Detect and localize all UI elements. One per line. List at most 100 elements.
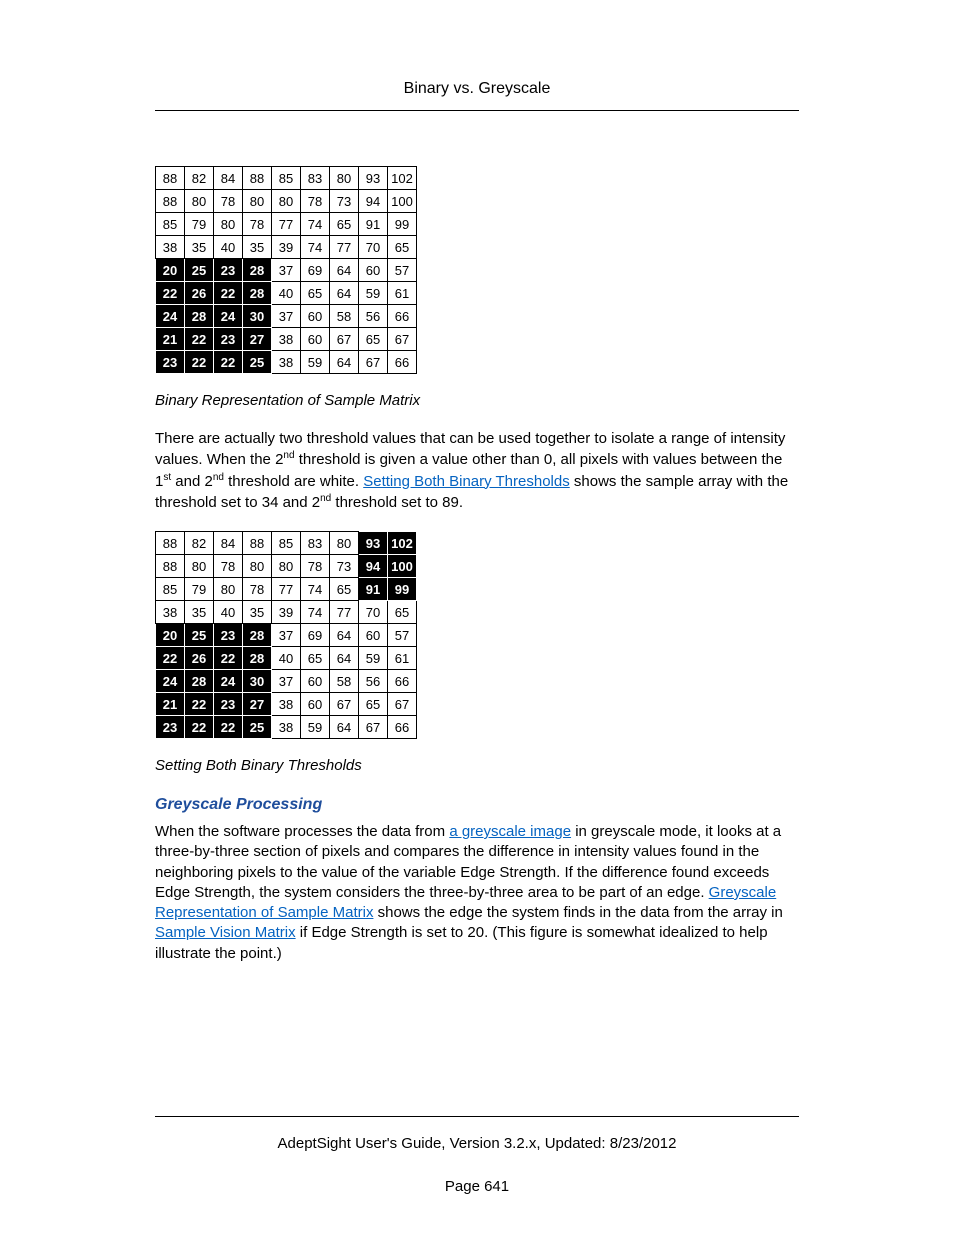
matrix-cell: 21	[156, 328, 185, 351]
matrix-cell: 88	[156, 532, 185, 555]
matrix-cell: 38	[272, 716, 301, 739]
matrix-cell: 99	[388, 213, 417, 236]
matrix-cell: 24	[214, 305, 243, 328]
matrix-cell: 79	[185, 213, 214, 236]
matrix-cell: 22	[185, 716, 214, 739]
matrix-cell: 38	[272, 693, 301, 716]
page-header-title: Binary vs. Greyscale	[155, 80, 799, 98]
matrix-cell: 100	[388, 190, 417, 213]
matrix-cell: 59	[301, 716, 330, 739]
matrix-cell: 74	[301, 213, 330, 236]
matrix-cell: 37	[272, 259, 301, 282]
matrix-cell: 20	[156, 624, 185, 647]
text: and 2	[171, 473, 213, 490]
matrix-cell: 40	[214, 601, 243, 624]
matrix-cell: 66	[388, 716, 417, 739]
link-sample-vision-matrix[interactable]: Sample Vision Matrix	[155, 924, 296, 941]
matrix-cell: 23	[214, 693, 243, 716]
matrix-cell: 58	[330, 670, 359, 693]
matrix-cell: 23	[214, 624, 243, 647]
matrix-cell: 30	[243, 670, 272, 693]
matrix-cell: 88	[156, 167, 185, 190]
matrix-cell: 26	[185, 282, 214, 305]
matrix-cell: 20	[156, 259, 185, 282]
matrix-cell: 74	[301, 601, 330, 624]
matrix-cell: 73	[330, 555, 359, 578]
link-greyscale-image[interactable]: a greyscale image	[449, 823, 571, 840]
matrix-cell: 78	[301, 190, 330, 213]
matrix-cell: 58	[330, 305, 359, 328]
matrix-cell: 69	[301, 624, 330, 647]
matrix-cell: 59	[359, 647, 388, 670]
matrix-cell: 78	[243, 213, 272, 236]
page-footer: AdeptSight User's Guide, Version 3.2.x, …	[0, 1116, 954, 1195]
matrix-cell: 27	[243, 328, 272, 351]
matrix-cell: 65	[388, 601, 417, 624]
matrix-cell: 25	[185, 624, 214, 647]
matrix-cell: 35	[243, 601, 272, 624]
matrix-cell: 77	[330, 601, 359, 624]
sup-nd: nd	[320, 493, 331, 504]
matrix-cell: 23	[156, 351, 185, 374]
matrix-cell: 64	[330, 716, 359, 739]
matrix-cell: 28	[243, 647, 272, 670]
matrix-cell: 25	[243, 351, 272, 374]
matrix-cell: 23	[156, 716, 185, 739]
matrix-cell: 22	[214, 647, 243, 670]
matrix-cell: 40	[272, 282, 301, 305]
matrix-cell: 65	[301, 647, 330, 670]
matrix-cell: 60	[301, 670, 330, 693]
matrix-cell: 22	[185, 693, 214, 716]
matrix-cell: 56	[359, 305, 388, 328]
matrix-cell: 37	[272, 670, 301, 693]
matrix-cell: 64	[330, 259, 359, 282]
matrix-cell: 84	[214, 532, 243, 555]
matrix-cell: 85	[272, 167, 301, 190]
matrix-cell: 22	[156, 282, 185, 305]
matrix-cell: 35	[185, 236, 214, 259]
sup-nd: nd	[283, 450, 294, 461]
matrix-cell: 88	[243, 167, 272, 190]
matrix-cell: 80	[330, 167, 359, 190]
matrix-cell: 28	[243, 259, 272, 282]
footer-guide-info: AdeptSight User's Guide, Version 3.2.x, …	[0, 1135, 954, 1152]
matrix-cell: 59	[359, 282, 388, 305]
matrix-cell: 80	[185, 555, 214, 578]
matrix-cell: 38	[272, 328, 301, 351]
matrix-cell: 38	[156, 236, 185, 259]
matrix-cell: 22	[214, 351, 243, 374]
matrix-cell: 91	[359, 213, 388, 236]
matrix-cell: 21	[156, 693, 185, 716]
matrix-cell: 66	[388, 351, 417, 374]
matrix-cell: 99	[388, 578, 417, 601]
matrix-binary-dual-threshold: 8882848885838093102888078808078739410085…	[155, 531, 417, 739]
matrix-cell: 35	[185, 601, 214, 624]
link-setting-both-binary-thresholds[interactable]: Setting Both Binary Thresholds	[363, 473, 570, 490]
matrix-cell: 60	[301, 693, 330, 716]
matrix-cell: 57	[388, 624, 417, 647]
matrix-cell: 61	[388, 647, 417, 670]
matrix-cell: 77	[330, 236, 359, 259]
matrix-cell: 60	[301, 328, 330, 351]
matrix-cell: 65	[359, 328, 388, 351]
matrix-cell: 74	[301, 578, 330, 601]
matrix-cell: 22	[185, 351, 214, 374]
matrix-cell: 93	[359, 532, 388, 555]
text: When the software processes the data fro…	[155, 823, 449, 840]
matrix-cell: 83	[301, 532, 330, 555]
matrix-cell: 85	[272, 532, 301, 555]
matrix-cell: 80	[330, 532, 359, 555]
matrix-cell: 88	[156, 190, 185, 213]
matrix-cell: 28	[185, 305, 214, 328]
matrix-cell: 40	[272, 647, 301, 670]
heading-greyscale-processing: Greyscale Processing	[155, 796, 799, 814]
matrix-cell: 80	[243, 555, 272, 578]
header-rule	[155, 110, 799, 111]
matrix-cell: 67	[388, 328, 417, 351]
matrix-cell: 85	[156, 213, 185, 236]
matrix-cell: 37	[272, 624, 301, 647]
matrix-cell: 102	[388, 532, 417, 555]
matrix-cell: 22	[185, 328, 214, 351]
matrix-cell: 22	[156, 647, 185, 670]
sup-nd: nd	[213, 472, 224, 483]
